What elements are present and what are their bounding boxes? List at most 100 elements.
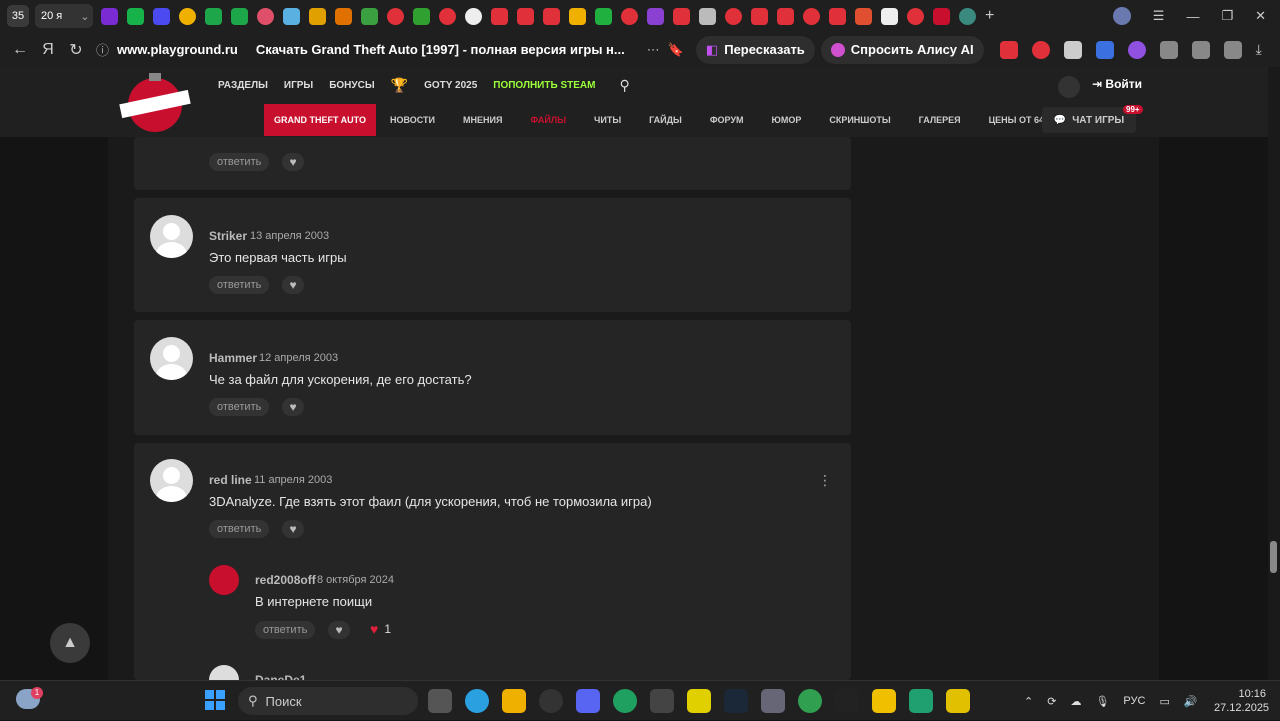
volume-icon[interactable]: 🔊 xyxy=(1184,695,1198,708)
more-icon[interactable]: ⋯ xyxy=(647,42,660,58)
tab-icon[interactable] xyxy=(569,7,586,25)
youtube-icon[interactable] xyxy=(829,7,846,25)
chrome-icon[interactable] xyxy=(798,689,822,713)
search-icon[interactable]: ⚲ xyxy=(619,77,629,94)
tab-icon[interactable] xyxy=(621,7,638,25)
github-icon[interactable] xyxy=(465,7,482,25)
like-icon[interactable]: ♥ xyxy=(282,520,304,538)
tab-icon[interactable] xyxy=(153,7,170,25)
ask-alice-button[interactable]: Спросить Алису AI xyxy=(820,35,984,64)
like-icon[interactable]: ♥ xyxy=(282,276,304,294)
bookmark-icon[interactable]: 🔖 xyxy=(668,42,684,58)
taskbar-search[interactable]: ⚲ Поиск xyxy=(238,687,418,715)
tab-icon[interactable] xyxy=(179,7,196,25)
avatar[interactable] xyxy=(150,337,193,380)
yandex-browser-icon[interactable] xyxy=(650,689,674,713)
extension-icon[interactable] xyxy=(1063,40,1082,59)
steam-icon[interactable] xyxy=(724,689,748,713)
playground-tab-icon[interactable] xyxy=(933,7,950,25)
playground-logo[interactable] xyxy=(116,71,194,133)
obs-icon[interactable] xyxy=(539,689,563,713)
youtube-icon[interactable] xyxy=(673,7,690,25)
app-icon[interactable] xyxy=(946,689,970,713)
scroll-to-top-button[interactable]: ▲ xyxy=(50,623,90,663)
menu-cheats[interactable]: ЧИТЫ xyxy=(580,115,635,125)
menu-goty[interactable]: GOTY 2025 xyxy=(424,80,477,91)
tab-icon[interactable] xyxy=(257,7,274,25)
comment-author[interactable]: Hammer xyxy=(209,351,257,365)
extension-icon[interactable] xyxy=(1191,40,1210,59)
tab-icon[interactable] xyxy=(959,7,976,25)
sync-icon[interactable]: ⟳ xyxy=(1047,695,1056,708)
tab-icon[interactable] xyxy=(361,7,378,25)
yandex-icon[interactable]: Я xyxy=(34,36,62,64)
app-icon[interactable] xyxy=(687,689,711,713)
comment-author[interactable]: Striker xyxy=(209,229,247,243)
reply-button[interactable]: ответить xyxy=(209,398,270,416)
youtube-icon[interactable] xyxy=(543,7,560,25)
tab-icon[interactable] xyxy=(803,7,820,25)
menu-forum[interactable]: ФОРУМ xyxy=(696,115,758,125)
tab-icon[interactable] xyxy=(335,7,352,25)
youtube-icon[interactable] xyxy=(1031,40,1050,59)
tab-icon[interactable] xyxy=(647,7,664,25)
clock[interactable]: 10:16 27.12.2025 xyxy=(1214,687,1269,715)
tab-counter[interactable]: 35 xyxy=(7,5,29,27)
reply-button[interactable]: ответить xyxy=(209,276,270,294)
menu-news[interactable]: НОВОСТИ xyxy=(376,115,449,125)
tab-icon[interactable] xyxy=(725,7,742,25)
like-icon[interactable]: ♥ xyxy=(328,621,350,639)
extension-icon[interactable] xyxy=(1223,40,1242,59)
like-icon[interactable]: ♥ xyxy=(282,398,304,416)
tab-icon[interactable] xyxy=(907,7,924,25)
reply-button[interactable]: ответить xyxy=(255,621,316,639)
start-button[interactable] xyxy=(205,690,225,710)
retell-button[interactable]: ◧ Пересказать xyxy=(695,35,815,64)
youtube-icon[interactable] xyxy=(491,7,508,25)
profile-icon[interactable] xyxy=(1112,7,1131,25)
cloud-icon[interactable]: ☁ xyxy=(1070,695,1081,708)
url-field[interactable]: ⓘ www.playground.ru Скачать Grand Theft … xyxy=(96,36,684,64)
menu-opinions[interactable]: МНЕНИЯ xyxy=(449,115,516,125)
tab-icon[interactable] xyxy=(205,7,222,25)
settings-icon[interactable] xyxy=(761,689,785,713)
reply-button[interactable]: ответить xyxy=(209,520,270,538)
like-icon[interactable]: ♥ xyxy=(282,153,304,171)
tab-icon[interactable] xyxy=(881,7,898,25)
task-view-icon[interactable] xyxy=(428,689,452,713)
menu-files[interactable]: ФАЙЛЫ xyxy=(516,115,580,125)
menu-bonuses[interactable]: БОНУСЫ xyxy=(329,80,374,91)
display-icon[interactable]: ▭ xyxy=(1159,695,1169,708)
reload-icon[interactable]: ↻ xyxy=(62,36,90,64)
app-icon[interactable] xyxy=(835,689,859,713)
game-chat-button[interactable]: 💬 ЧАТ ИГРЫ xyxy=(1042,107,1136,133)
more-options-icon[interactable]: ⋮ xyxy=(818,472,832,489)
folder-icon[interactable] xyxy=(502,689,526,713)
menu-gta[interactable]: GRAND THEFT AUTO xyxy=(264,104,376,136)
new-tab-icon[interactable]: + xyxy=(985,7,994,25)
avatar[interactable] xyxy=(150,215,193,258)
document-icon[interactable] xyxy=(699,7,716,25)
minimize-icon[interactable]: — xyxy=(1186,9,1199,24)
mic-icon[interactable]: 🎙 xyxy=(1095,695,1109,708)
youtube-icon[interactable] xyxy=(517,7,534,25)
reply-author[interactable]: DaneDe1 xyxy=(255,673,306,680)
menu-humor[interactable]: ЮМОР xyxy=(758,115,816,125)
theme-toggle[interactable] xyxy=(1058,76,1080,98)
page-scrollbar[interactable] xyxy=(1268,67,1280,680)
app-icon[interactable] xyxy=(909,689,933,713)
menu-games[interactable]: ИГРЫ xyxy=(284,80,313,91)
menu-gallery[interactable]: ГАЛЕРЕЯ xyxy=(905,115,975,125)
youtube-icon[interactable] xyxy=(751,7,768,25)
chevron-down-icon[interactable]: ⌄ xyxy=(80,10,89,23)
app-icon[interactable] xyxy=(872,689,896,713)
scrollbar-thumb[interactable] xyxy=(1270,541,1277,573)
tab-icon[interactable] xyxy=(127,7,144,25)
tab-icon[interactable] xyxy=(283,7,300,25)
login-button[interactable]: ⇥ Войти xyxy=(1092,77,1142,91)
tab-icon[interactable] xyxy=(413,7,430,25)
back-icon[interactable]: ← xyxy=(6,36,34,64)
youtube-icon[interactable] xyxy=(777,7,794,25)
site-info-icon[interactable]: ⓘ xyxy=(96,40,109,59)
chevron-up-icon[interactable]: ⌃ xyxy=(1024,695,1033,708)
